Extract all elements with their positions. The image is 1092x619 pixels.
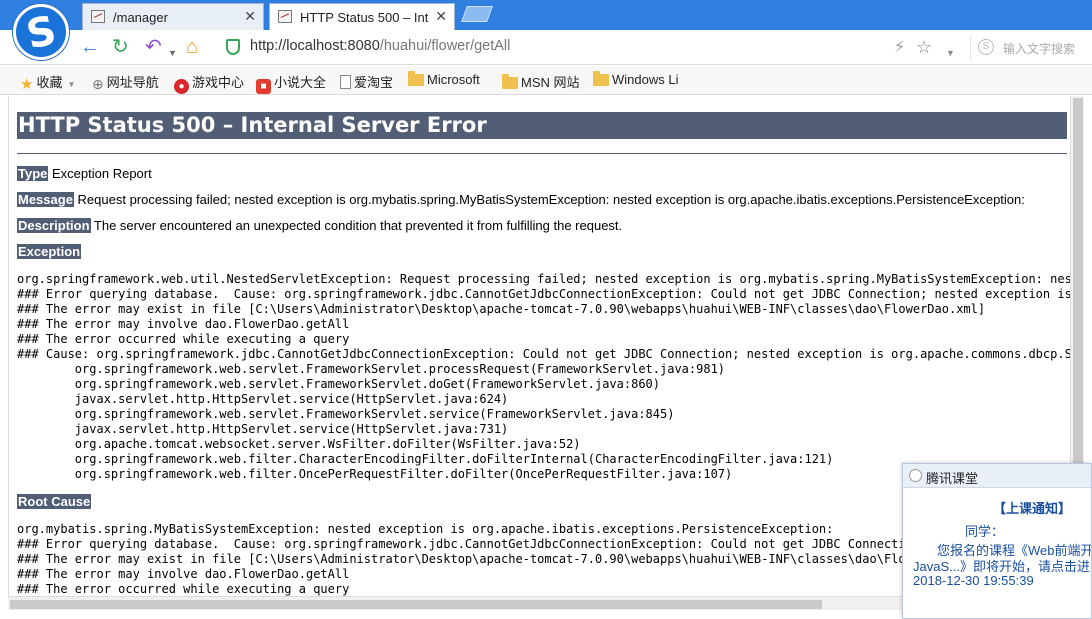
shield-icon: [226, 39, 240, 55]
root-cause-label: Root Cause: [17, 494, 92, 509]
bookmark-label: Windows Li: [612, 72, 679, 87]
chevron-down-icon[interactable]: ▼: [168, 42, 177, 64]
bolt-icon[interactable]: ⚡: [894, 37, 905, 59]
notification-timestamp: 2018-12-30 19:55:39: [913, 573, 1034, 588]
bookmark-site-nav[interactable]: ⊕ 网址导航: [92, 72, 159, 93]
bookmark-msn[interactable]: MSN 网站: [502, 72, 580, 91]
root-cause-heading: Root Cause: [17, 494, 92, 509]
bookmark-microsoft[interactable]: Microsoft: [408, 71, 480, 87]
notification-greeting: 同学：: [965, 524, 1005, 539]
search-placeholder: 输入文字搜索: [1003, 42, 1076, 56]
bookmark-label: Microsoft: [427, 72, 480, 87]
address-bar[interactable]: http://localhost:8080/huahui/flower/getA…: [250, 38, 510, 54]
bookmarks-bar: ★ 收藏 ▼ ⊕ 网址导航 ● 游戏中心 ■ 小说大全 爱淘宝 Microsoft MSN…: [0, 66, 1092, 95]
page-favicon-icon: [91, 10, 105, 23]
chevron-down-icon[interactable]: ▼: [946, 42, 955, 64]
new-tab-button[interactable]: [461, 6, 493, 22]
page-title: HTTP Status 500 – Internal Server Error: [17, 112, 1067, 139]
game-icon: ●: [174, 79, 189, 94]
exception-label: Exception: [17, 244, 82, 259]
notification-header: 腾讯课堂: [903, 464, 1091, 488]
notification-app-name: 腾讯课堂: [926, 471, 979, 486]
back-icon[interactable]: ←: [80, 36, 100, 58]
folder-icon: [593, 71, 609, 86]
tab-close-icon[interactable]: ✕: [244, 8, 256, 25]
star-icon[interactable]: ☆: [916, 36, 932, 58]
description-row: Description The server encountered an un…: [17, 218, 622, 233]
notification-heading: 【上课通知】: [993, 501, 1072, 516]
tab-http-status-500[interactable]: HTTP Status 500 – Inte ✕: [269, 3, 455, 30]
tab-manager[interactable]: /manager ✕: [82, 3, 264, 30]
tab-strip: /manager ✕ HTTP Status 500 – Inte ✕: [0, 0, 1092, 30]
tab-title: HTTP Status 500 – Inte: [300, 10, 428, 25]
page-icon: [340, 75, 351, 89]
page-favicon-icon: [278, 10, 292, 23]
bookmark-windows-live[interactable]: Windows Li: [593, 71, 679, 87]
bookmark-label: 网址导航: [106, 75, 159, 90]
chevron-down-icon: ▼: [67, 80, 76, 89]
globe-icon: ⊕: [92, 76, 104, 92]
folder-icon: [502, 74, 518, 89]
description-label: Description: [17, 218, 91, 233]
refresh-icon[interactable]: ↻: [112, 36, 129, 58]
search-input[interactable]: S 输入文字搜索: [970, 36, 1092, 60]
message-value: Request processing failed; nested except…: [73, 192, 1025, 207]
tencent-classroom-icon: [909, 469, 922, 482]
scrollbar-thumb[interactable]: [10, 600, 822, 609]
bookmark-novels[interactable]: ■ 小说大全: [256, 72, 326, 94]
novel-icon: ■: [256, 79, 271, 94]
bookmark-label: MSN 网站: [521, 75, 580, 90]
message-label: Message: [17, 192, 74, 207]
bookmark-label: 小说大全: [274, 75, 327, 90]
url-path: /huahui/flower/getAll: [379, 38, 511, 54]
home-icon[interactable]: ⌂: [186, 36, 198, 58]
type-label: Type: [17, 166, 49, 181]
logo-icon[interactable]: S: [13, 4, 69, 60]
tab-close-icon[interactable]: ✕: [435, 8, 447, 25]
message-row: Message Request processing failed; neste…: [17, 192, 1025, 207]
notification-popup[interactable]: 腾讯课堂 【上课通知】 同学： 您报名的课程《Web前端开发 JavaS...》…: [902, 463, 1092, 619]
undo-icon[interactable]: ↶: [145, 36, 162, 58]
description-value: The server encountered an unexpected con…: [90, 218, 623, 233]
type-row: Type Exception Report: [17, 166, 152, 181]
tab-title: /manager: [113, 10, 168, 25]
exception-heading: Exception: [17, 244, 82, 259]
search-icon: S: [978, 39, 994, 55]
exception-trace: org.springframework.web.util.NestedServl…: [17, 272, 1070, 481]
type-value: Exception Report: [48, 166, 152, 181]
star-icon: ★: [20, 76, 34, 93]
bookmark-game-center[interactable]: ● 游戏中心: [174, 72, 244, 94]
bookmark-label: 游戏中心: [192, 75, 245, 90]
bookmark-aitaobao[interactable]: 爱淘宝: [340, 72, 393, 91]
folder-icon: [408, 71, 424, 86]
bookmark-label: 爱淘宝: [354, 75, 394, 90]
bookmark-label: 收藏: [36, 75, 63, 90]
scrollbar-thumb[interactable]: [1073, 98, 1083, 468]
divider: [17, 153, 1067, 154]
bookmark-favorites[interactable]: ★ 收藏 ▼: [20, 72, 75, 93]
navigation-toolbar: ← ↻ ↶ ▼ ⌂ http://localhost:8080/huahui/f…: [0, 30, 1092, 65]
url-host: http://localhost:8080: [250, 38, 380, 54]
